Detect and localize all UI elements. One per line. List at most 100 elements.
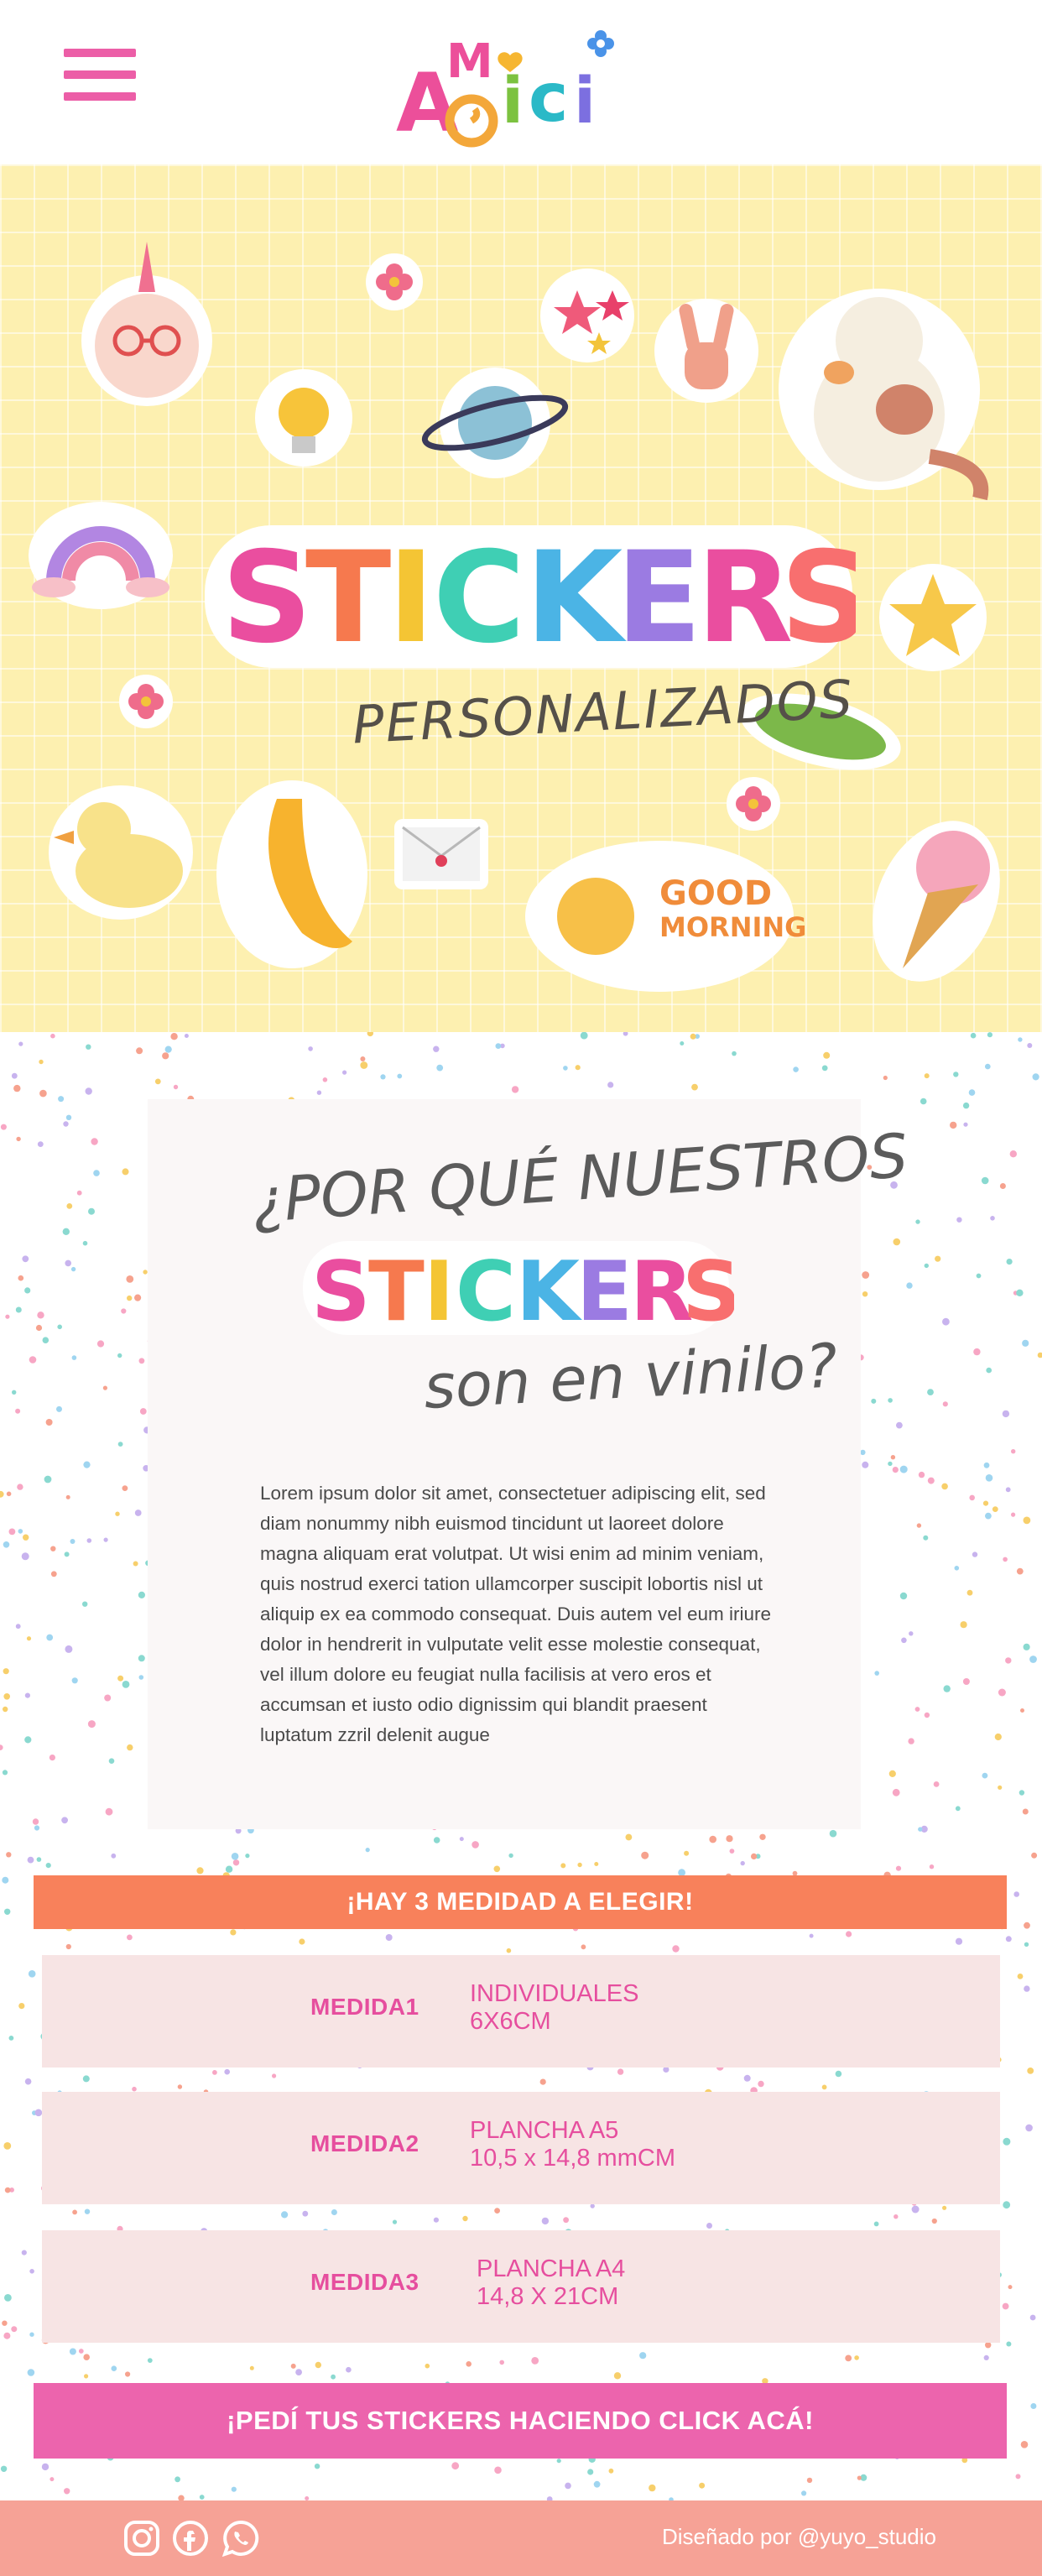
confetti-dot — [84, 2374, 89, 2379]
confetti-dot — [331, 2209, 337, 2215]
designer-credit[interactable]: Diseñado por @yuyo_studio — [662, 2524, 936, 2550]
confetti-dot — [983, 2354, 989, 2360]
svg-text:R: R — [696, 525, 794, 671]
confetti-dot — [39, 1089, 47, 1098]
confetti-dot — [0, 2465, 8, 2472]
confetti-dot — [954, 1566, 960, 1571]
confetti-dot — [26, 1636, 32, 1641]
confetti-dot — [563, 2217, 569, 2224]
confetti-dot — [436, 1064, 444, 1072]
confetti-dot — [225, 1865, 233, 1873]
confetti-dot — [433, 2217, 440, 2223]
confetti-dot — [61, 1817, 68, 1824]
confetti-dot — [44, 1475, 52, 1484]
confetti-dot — [0, 1744, 3, 1750]
confetti-dot — [360, 1056, 366, 1061]
measure-option-1[interactable]: MEDIDA1 INDIVIDUALES 6X6CM — [42, 1955, 1000, 2068]
svg-text:S: S — [311, 1244, 371, 1340]
confetti-dot — [45, 1863, 51, 1869]
confetti-dot — [699, 2482, 706, 2489]
confetti-dot — [122, 1485, 128, 1491]
confetti-dot — [65, 1494, 70, 1499]
confetti-dot — [1029, 1656, 1037, 1663]
amici-logo[interactable]: A M i c i — [394, 15, 621, 149]
confetti-dot — [29, 1356, 37, 1364]
flower-sticker — [366, 253, 423, 310]
measure-option-2[interactable]: MEDIDA2 PLANCHA A5 10,5 x 14,8 mmCM — [42, 2092, 1000, 2204]
confetti-dot — [122, 1168, 129, 1176]
cat-sticker — [779, 289, 989, 501]
confetti-dot — [290, 2363, 296, 2369]
measure-label: MEDIDA2 — [310, 2130, 419, 2156]
rainbow-sticker — [29, 502, 173, 609]
confetti-dot — [793, 1066, 799, 1072]
svg-text:I: I — [424, 1244, 454, 1340]
confetti-dot — [935, 1255, 941, 1262]
confetti-dot — [397, 1073, 403, 1079]
confetti-dot — [981, 1176, 989, 1185]
confetti-dot — [177, 2084, 183, 2089]
confetti-dot — [1022, 1339, 1029, 1347]
confetti-dot — [230, 1929, 237, 1936]
confetti-dot — [231, 1853, 239, 1860]
confetti-dot — [34, 1825, 40, 1831]
confetti-dot — [147, 2358, 153, 2363]
confetti-dot — [105, 1807, 113, 1816]
confetti-dot — [2, 2320, 8, 2326]
confetti-dot — [680, 1041, 685, 1046]
confetti-dot — [86, 1538, 92, 1543]
confetti-dot — [29, 2332, 34, 2337]
confetti-dot — [224, 2068, 231, 2075]
confetti-dot — [955, 1806, 961, 1812]
confetti-dot — [24, 1736, 32, 1744]
whatsapp-icon[interactable] — [221, 2519, 260, 2558]
confetti-dot — [299, 1938, 305, 1945]
facebook-icon[interactable] — [171, 2519, 210, 2558]
confetti-dot — [39, 1059, 44, 1065]
ice-cream-sticker — [873, 821, 1000, 982]
confetti-dot — [91, 1138, 98, 1145]
confetti-dot — [918, 1827, 923, 1832]
confetti-dot — [103, 1537, 108, 1542]
confetti-dot — [625, 1833, 633, 1841]
confetti-dot — [29, 2269, 34, 2274]
confetti-dot — [108, 1758, 115, 1764]
confetti-dot — [587, 2469, 594, 2475]
order-stickers-button[interactable]: ¡PEDÍ TUS STICKERS HACIENDO CLICK ACÁ! — [34, 2383, 1007, 2459]
confetti-dot — [985, 1512, 992, 1520]
confetti-dot — [969, 1494, 975, 1501]
confetti-dot — [360, 1061, 368, 1069]
star-sticker — [879, 564, 987, 671]
confetti-dot — [962, 1678, 970, 1685]
confetti-dot — [82, 2075, 90, 2083]
confetti-dot — [143, 1270, 148, 1275]
confetti-dot — [2, 1770, 8, 1776]
confetti-dot — [835, 2070, 842, 2078]
why-heading-stickers: S T I C K E R S — [303, 1241, 734, 1340]
confetti-dot — [821, 2084, 827, 2090]
confetti-dot — [8, 2036, 14, 2041]
confetti-dot — [916, 1523, 922, 1528]
confetti-dot — [1013, 1891, 1019, 1897]
svg-text:c: c — [529, 59, 568, 137]
confetti-dot — [563, 1066, 568, 1071]
confetti-dot — [18, 1275, 24, 1281]
measure-option-3[interactable]: MEDIDA3 PLANCHA A4 14,8 X 21CM — [42, 2230, 1000, 2343]
svg-text:K: K — [525, 525, 627, 671]
confetti-dot — [295, 2369, 302, 2375]
confetti-dot — [892, 1788, 900, 1796]
menu-icon[interactable] — [64, 49, 136, 101]
confetti-dot — [111, 1853, 117, 1859]
banana-sticker — [216, 780, 367, 968]
confetti-dot — [915, 1219, 920, 1224]
confetti-dot — [111, 2365, 117, 2371]
confetti-dot — [873, 2221, 879, 2227]
confetti-dot — [918, 1471, 925, 1478]
confetti-dot — [462, 2215, 468, 2222]
confetti-dot — [32, 1818, 39, 1825]
instagram-icon[interactable] — [122, 2519, 161, 2558]
confetti-dot — [845, 2354, 852, 2362]
confetti-dot — [308, 1046, 313, 1051]
confetti-dot — [138, 1591, 145, 1598]
confetti-dot — [18, 1041, 23, 1046]
